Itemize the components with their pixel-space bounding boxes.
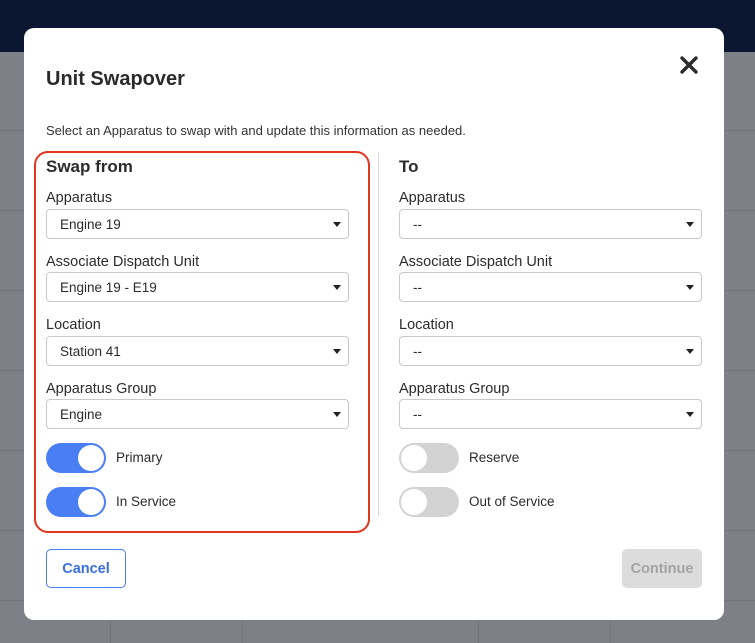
from-location-select[interactable]: Station 41 xyxy=(46,336,349,366)
toggle-knob xyxy=(78,489,104,515)
to-location-select[interactable]: -- xyxy=(399,336,702,366)
close-icon xyxy=(680,56,698,74)
in-service-toggle-label: In Service xyxy=(116,494,177,509)
close-button[interactable] xyxy=(678,54,700,76)
in-service-toggle[interactable] xyxy=(46,487,106,517)
chevron-down-icon xyxy=(686,222,694,227)
chevron-down-icon xyxy=(686,285,694,290)
from-apparatus-group-select[interactable]: Engine xyxy=(46,399,349,429)
to-apparatus-select[interactable]: -- xyxy=(399,209,702,239)
to-apparatus-group-select[interactable]: -- xyxy=(399,399,702,429)
to-location-label: Location xyxy=(399,317,454,333)
from-apparatus-group-value: Engine xyxy=(60,407,103,422)
dialog-title: Unit Swapover xyxy=(46,68,185,90)
unit-swapover-dialog: Unit Swapover Select an Apparatus to swa… xyxy=(24,28,724,620)
toggle-knob xyxy=(78,445,104,471)
from-dispatch-unit-label: Associate Dispatch Unit xyxy=(46,254,200,270)
to-apparatus-group-label: Apparatus Group xyxy=(399,381,510,397)
to-dispatch-unit-value: -- xyxy=(413,280,422,295)
from-dispatch-unit-select[interactable]: Engine 19 - E19 xyxy=(46,272,349,302)
to-dispatch-unit-select[interactable]: -- xyxy=(399,272,702,302)
to-apparatus-group-value: -- xyxy=(413,407,422,422)
to-apparatus-label: Apparatus xyxy=(399,190,466,206)
from-apparatus-group-label: Apparatus Group xyxy=(46,381,157,397)
reserve-toggle[interactable] xyxy=(399,443,459,473)
chevron-down-icon xyxy=(333,349,341,354)
swap-to-heading: To xyxy=(399,157,419,176)
primary-toggle[interactable] xyxy=(46,443,106,473)
from-location-label: Location xyxy=(46,317,101,333)
out-of-service-toggle-label: Out of Service xyxy=(469,494,555,509)
chevron-down-icon xyxy=(686,349,694,354)
chevron-down-icon xyxy=(333,285,341,290)
chevron-down-icon xyxy=(333,412,341,417)
reserve-toggle-label: Reserve xyxy=(469,450,520,465)
primary-toggle-label: Primary xyxy=(116,450,163,465)
from-apparatus-select[interactable]: Engine 19 xyxy=(46,209,349,239)
from-apparatus-value: Engine 19 xyxy=(60,217,121,232)
out-of-service-toggle[interactable] xyxy=(399,487,459,517)
toggle-knob xyxy=(401,489,427,515)
dialog-instructions: Select an Apparatus to swap with and upd… xyxy=(46,123,466,138)
continue-button[interactable]: Continue xyxy=(622,549,702,588)
from-apparatus-label: Apparatus xyxy=(46,190,113,206)
toggle-knob xyxy=(401,445,427,471)
column-divider xyxy=(378,152,379,516)
chevron-down-icon xyxy=(686,412,694,417)
from-location-value: Station 41 xyxy=(60,344,121,359)
to-apparatus-value: -- xyxy=(413,217,422,232)
to-location-value: -- xyxy=(413,344,422,359)
chevron-down-icon xyxy=(333,222,341,227)
swap-from-heading: Swap from xyxy=(46,157,133,176)
from-dispatch-unit-value: Engine 19 - E19 xyxy=(60,280,157,295)
cancel-button[interactable]: Cancel xyxy=(46,549,126,588)
to-dispatch-unit-label: Associate Dispatch Unit xyxy=(399,254,553,270)
